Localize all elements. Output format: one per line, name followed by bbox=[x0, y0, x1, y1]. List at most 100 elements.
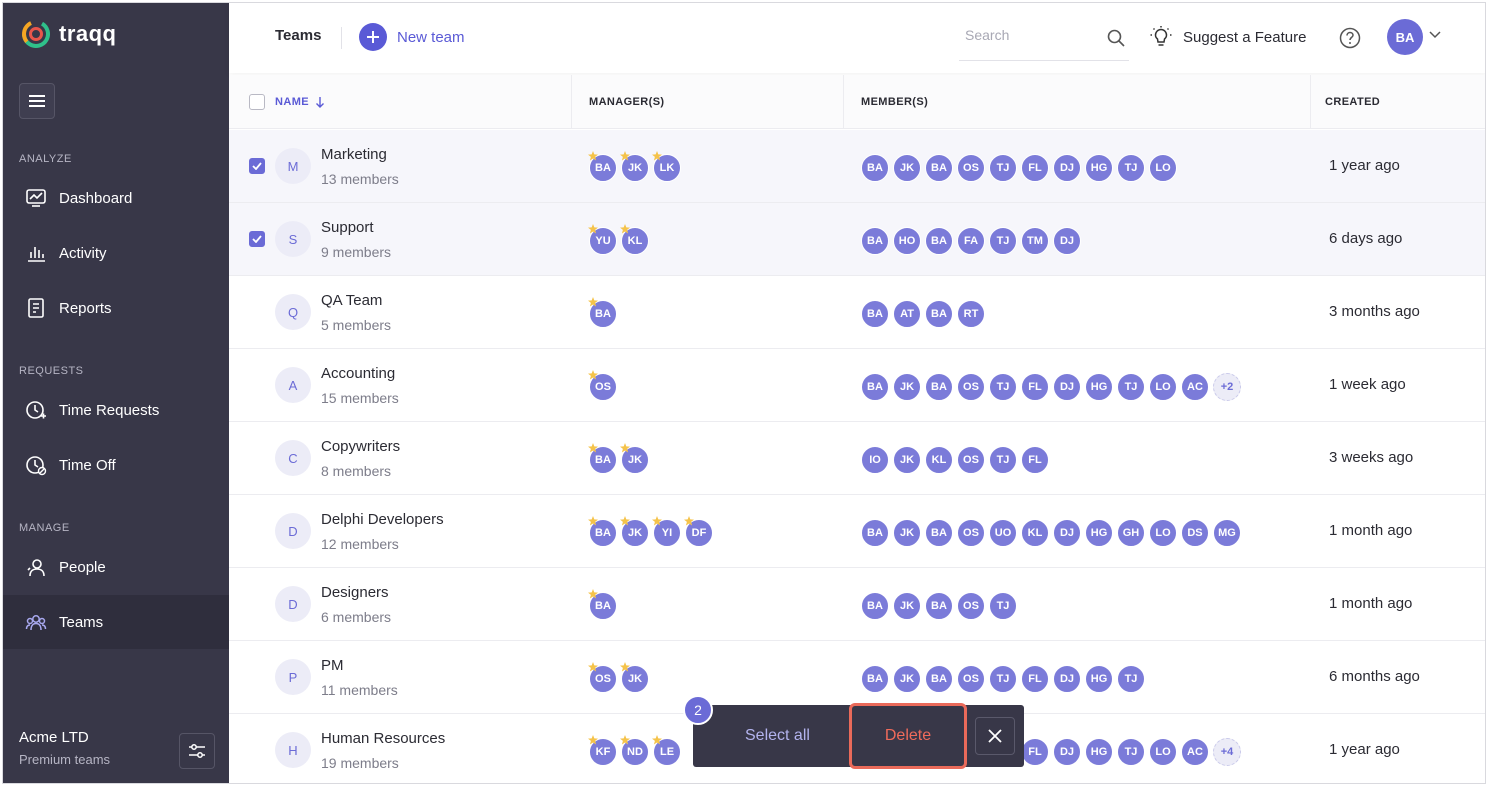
select-all-button[interactable]: Select all bbox=[745, 727, 810, 745]
member-avatar[interactable]: OS bbox=[957, 446, 985, 474]
manager-avatar[interactable]: YI bbox=[652, 516, 681, 547]
member-avatar[interactable]: BA bbox=[925, 227, 953, 255]
member-avatar[interactable]: OS bbox=[957, 373, 985, 401]
member-avatar[interactable]: FL bbox=[1021, 373, 1049, 401]
member-avatar[interactable]: UO bbox=[989, 519, 1017, 547]
member-avatar[interactable]: HO bbox=[893, 227, 921, 255]
manager-avatar[interactable]: JK bbox=[620, 443, 649, 474]
sidebar-item-reports[interactable]: Reports bbox=[3, 281, 229, 335]
new-team-button[interactable]: New team bbox=[359, 23, 465, 51]
member-avatar[interactable]: BA bbox=[861, 154, 889, 182]
member-avatar[interactable]: TJ bbox=[989, 373, 1017, 401]
member-avatar[interactable]: FL bbox=[1021, 154, 1049, 182]
sidebar-item-teams[interactable]: Teams bbox=[3, 595, 229, 649]
member-avatar[interactable]: OS bbox=[957, 592, 985, 620]
select-all-checkbox[interactable] bbox=[249, 75, 265, 129]
sidebar-item-dashboard[interactable]: Dashboard bbox=[3, 171, 229, 225]
sidebar-item-time-requests[interactable]: Time Requests bbox=[3, 383, 229, 437]
manager-avatar[interactable]: BA bbox=[588, 151, 617, 182]
help-icon[interactable] bbox=[1339, 27, 1361, 49]
table-row[interactable]: A Accounting 15 members OS BA JK BA OS TJ FL DJ HG T… bbox=[229, 349, 1485, 422]
manager-avatar[interactable]: OS bbox=[588, 370, 617, 401]
member-avatar[interactable]: DJ bbox=[1053, 154, 1081, 182]
member-avatar[interactable]: BA bbox=[861, 592, 889, 620]
manager-avatar[interactable]: YU bbox=[588, 224, 617, 255]
team-name[interactable]: Human Resources bbox=[321, 730, 445, 747]
manager-avatar[interactable]: JK bbox=[620, 662, 649, 693]
member-avatar[interactable]: BA bbox=[861, 373, 889, 401]
member-avatar[interactable]: BA bbox=[861, 227, 889, 255]
manager-avatar[interactable]: BA bbox=[588, 589, 617, 620]
hamburger-menu-button[interactable] bbox=[19, 83, 55, 119]
member-avatar[interactable]: TJ bbox=[989, 154, 1017, 182]
member-avatar[interactable]: BA bbox=[925, 592, 953, 620]
member-avatar[interactable]: DS bbox=[1181, 519, 1209, 547]
manager-avatar[interactable]: JK bbox=[620, 151, 649, 182]
member-avatar[interactable]: TJ bbox=[989, 227, 1017, 255]
manager-avatar[interactable]: KF bbox=[588, 735, 617, 766]
member-avatar[interactable]: DJ bbox=[1053, 227, 1081, 255]
member-avatar[interactable]: LO bbox=[1149, 373, 1177, 401]
member-avatar[interactable]: BA bbox=[861, 300, 889, 328]
table-row[interactable]: S Support 9 members YU KL BA HO BA FA TJ TM DJ 6 day… bbox=[229, 203, 1485, 276]
member-avatar[interactable]: LO bbox=[1149, 154, 1177, 182]
member-avatar[interactable]: TJ bbox=[989, 592, 1017, 620]
member-avatar[interactable]: KL bbox=[925, 446, 953, 474]
table-row[interactable]: D Designers 6 members BA BA JK BA OS TJ 1 month a… bbox=[229, 568, 1485, 641]
member-avatar[interactable]: DJ bbox=[1053, 519, 1081, 547]
member-avatar[interactable]: FL bbox=[1021, 446, 1049, 474]
team-name[interactable]: PM bbox=[321, 657, 344, 674]
table-row[interactable]: D Delphi Developers 12 members BA JK YI DF BA JK… bbox=[229, 495, 1485, 568]
member-avatar[interactable]: AC bbox=[1181, 373, 1209, 401]
member-avatar[interactable]: BA bbox=[925, 154, 953, 182]
member-avatar[interactable]: TJ bbox=[1117, 738, 1145, 766]
member-avatar[interactable]: KL bbox=[1021, 519, 1049, 547]
chevron-down-icon[interactable] bbox=[1429, 31, 1441, 39]
delete-button[interactable]: Delete bbox=[849, 703, 967, 769]
more-members-badge[interactable]: +2 bbox=[1213, 373, 1241, 401]
member-avatar[interactable]: RT bbox=[957, 300, 985, 328]
member-avatar[interactable]: OS bbox=[957, 154, 985, 182]
member-avatar[interactable]: OS bbox=[957, 519, 985, 547]
member-avatar[interactable]: HG bbox=[1085, 738, 1113, 766]
manager-avatar[interactable]: ND bbox=[620, 735, 649, 766]
member-avatar[interactable]: BA bbox=[861, 665, 889, 693]
search-icon[interactable] bbox=[1107, 29, 1125, 47]
manager-avatar[interactable]: BA bbox=[588, 516, 617, 547]
team-name[interactable]: QA Team bbox=[321, 292, 382, 309]
member-avatar[interactable]: TJ bbox=[1117, 154, 1145, 182]
member-avatar[interactable]: HG bbox=[1085, 154, 1113, 182]
manager-avatar[interactable]: BA bbox=[588, 297, 617, 328]
row-checkbox[interactable] bbox=[249, 231, 265, 247]
user-avatar[interactable]: BA bbox=[1387, 19, 1423, 55]
suggest-feature-button[interactable]: Suggest a Feature bbox=[1149, 25, 1306, 49]
member-avatar[interactable]: JK bbox=[893, 154, 921, 182]
member-avatar[interactable]: BA bbox=[925, 519, 953, 547]
manager-avatar[interactable]: LK bbox=[652, 151, 681, 182]
member-avatar[interactable]: HG bbox=[1085, 519, 1113, 547]
team-name[interactable]: Marketing bbox=[321, 146, 387, 163]
more-members-badge[interactable]: +4 bbox=[1213, 738, 1241, 766]
member-avatar[interactable]: TM bbox=[1021, 227, 1049, 255]
member-avatar[interactable]: DJ bbox=[1053, 738, 1081, 766]
member-avatar[interactable]: JK bbox=[893, 519, 921, 547]
member-avatar[interactable]: BA bbox=[925, 300, 953, 328]
close-action-bar-button[interactable] bbox=[975, 717, 1015, 755]
member-avatar[interactable]: IO bbox=[861, 446, 889, 474]
manager-avatar[interactable]: BA bbox=[588, 443, 617, 474]
member-avatar[interactable]: LO bbox=[1149, 519, 1177, 547]
member-avatar[interactable]: FL bbox=[1021, 665, 1049, 693]
manager-avatar[interactable]: OS bbox=[588, 662, 617, 693]
member-avatar[interactable]: FL bbox=[1021, 738, 1049, 766]
team-name[interactable]: Copywriters bbox=[321, 438, 400, 455]
member-avatar[interactable]: JK bbox=[893, 446, 921, 474]
member-avatar[interactable]: DJ bbox=[1053, 665, 1081, 693]
table-row[interactable]: Q QA Team 5 members BA BA AT BA RT 3 months ago bbox=[229, 276, 1485, 349]
sidebar-item-people[interactable]: People bbox=[3, 540, 229, 594]
team-name[interactable]: Designers bbox=[321, 584, 389, 601]
column-header-name[interactable]: NAME bbox=[275, 75, 325, 129]
member-avatar[interactable]: HG bbox=[1085, 373, 1113, 401]
member-avatar[interactable]: TJ bbox=[1117, 373, 1145, 401]
member-avatar[interactable]: LO bbox=[1149, 738, 1177, 766]
member-avatar[interactable]: BA bbox=[925, 665, 953, 693]
